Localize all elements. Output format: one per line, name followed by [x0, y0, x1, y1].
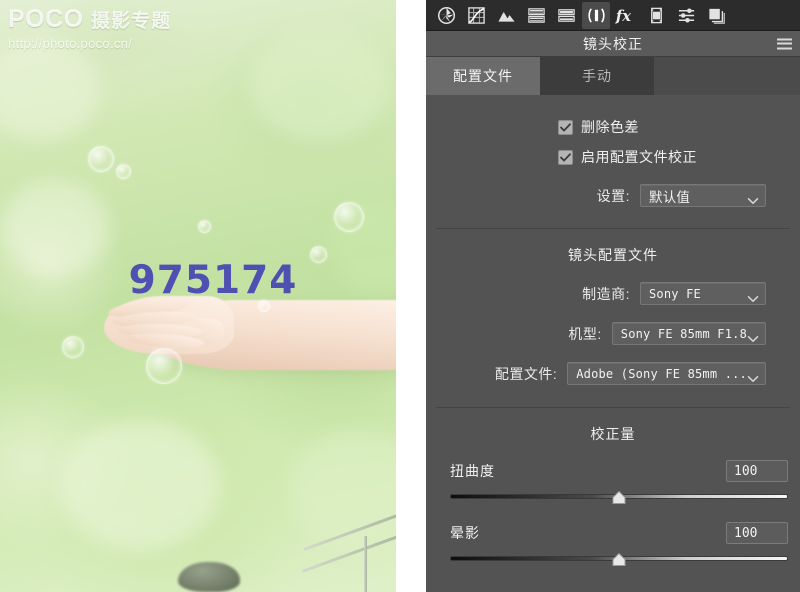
- select-model-value: Sony FE 85mm F1.8: [620, 326, 747, 341]
- field-row-profile: 配置文件: Adobe (Sony FE 85mm ...: [426, 362, 800, 385]
- chevron-down-icon: [747, 330, 759, 342]
- chevron-down-icon: [747, 370, 759, 382]
- basic-icon[interactable]: [432, 2, 460, 29]
- camera-calibration-icon[interactable]: [642, 2, 670, 29]
- soap-bubble: [310, 246, 327, 263]
- presets-icon[interactable]: [672, 2, 700, 29]
- field-row-model: 机型: Sony FE 85mm F1.8: [426, 322, 800, 345]
- slider-distortion: 扭曲度 100: [426, 460, 800, 506]
- watermark-brand: POCO: [8, 5, 84, 33]
- svg-text:fx: fx: [615, 8, 631, 25]
- select-setup[interactable]: 默认值: [640, 184, 766, 207]
- hamburger-menu-icon[interactable]: [777, 38, 792, 49]
- panel-tab-bar[interactable]: 配置文件 手动: [426, 57, 800, 95]
- slider-vignetting-thumb[interactable]: [612, 553, 626, 566]
- slider-vignetting-track[interactable]: [450, 552, 788, 568]
- slider-vignetting-label: 晕影: [450, 525, 480, 541]
- hsl-grayscale-icon[interactable]: [492, 2, 520, 29]
- tab-manual[interactable]: 手动: [540, 57, 654, 95]
- split-toning-icon[interactable]: [522, 2, 550, 29]
- chevron-down-icon: [747, 192, 759, 204]
- label-setup: 设置:: [596, 187, 630, 204]
- select-model[interactable]: Sony FE 85mm F1.8: [611, 322, 766, 345]
- checkbox-label-enable-profile-corrections: 启用配置文件校正: [581, 149, 697, 165]
- bokeh-blob: [290, 430, 396, 550]
- lens-correction-icon[interactable]: [582, 1, 610, 29]
- checkbox-label-remove-chromatic-aberration: 删除色差: [581, 119, 639, 135]
- section-divider: [436, 228, 790, 229]
- soap-bubble: [88, 146, 114, 172]
- panel-body: 删除色差 启用配置文件校正 设置: 默认值 镜头配置文件 制造商: Sony F…: [426, 117, 800, 592]
- watermark-url: http://photo.poco.cn/: [8, 36, 133, 51]
- label-model: 机型:: [568, 325, 602, 342]
- checkbox-enable-profile-corrections[interactable]: [558, 149, 573, 165]
- checkbox-remove-chromatic-aberration[interactable]: [558, 119, 573, 135]
- bokeh-blob: [0, 180, 110, 275]
- tab-filler: [654, 57, 800, 95]
- develop-panel: fx 镜头校正 配置文件 手动 删除色差 启用配置文件校正 设置: 默认值 镜头…: [426, 0, 800, 592]
- select-profile[interactable]: Adobe (Sony FE 85mm ...: [567, 362, 766, 385]
- field-row-setup: 设置: 默认值: [426, 184, 800, 207]
- panel-header[interactable]: 镜头校正: [426, 31, 800, 57]
- soap-bubble: [62, 336, 84, 358]
- lightroom-develop-window: POCO 摄影专题 http://photo.poco.cn/ 975174 f…: [0, 0, 800, 592]
- poco-watermark: POCO 摄影专题 http://photo.poco.cn/: [8, 6, 171, 51]
- snapshots-icon[interactable]: [702, 2, 730, 29]
- soap-bubble: [146, 348, 182, 384]
- slider-vignetting-head: 晕影 100: [450, 522, 788, 544]
- slider-distortion-thumb[interactable]: [612, 491, 626, 504]
- slider-vignetting: 晕影 100: [426, 522, 800, 568]
- section-divider: [436, 407, 790, 408]
- image-canvas[interactable]: POCO 摄影专题 http://photo.poco.cn/ 975174: [0, 0, 426, 592]
- tab-profile[interactable]: 配置文件: [426, 57, 540, 95]
- checkbox-row-enable-profile-corrections[interactable]: 启用配置文件校正: [558, 147, 800, 167]
- field-row-make: 制造商: Sony FE: [426, 282, 800, 305]
- checkbox-row-remove-chromatic-aberration[interactable]: 删除色差: [558, 117, 800, 137]
- chevron-down-icon: [747, 290, 759, 302]
- select-profile-value: Adobe (Sony FE 85mm ...: [576, 366, 747, 381]
- soap-bubble: [198, 220, 211, 233]
- bokeh-blob: [0, 40, 100, 140]
- slider-distortion-label: 扭曲度: [450, 463, 495, 479]
- select-setup-value: 默认值: [649, 189, 691, 205]
- bokeh-blob: [250, 30, 390, 140]
- select-make[interactable]: Sony FE: [640, 282, 766, 305]
- section-title-correction-amount: 校正量: [590, 426, 636, 442]
- label-profile: 配置文件:: [494, 365, 558, 382]
- metal-railing: [300, 507, 396, 592]
- soap-bubble: [258, 300, 270, 312]
- slider-distortion-head: 扭曲度 100: [450, 460, 788, 482]
- photo-preview[interactable]: POCO 摄影专题 http://photo.poco.cn/: [0, 0, 396, 592]
- panel-title: 镜头校正: [583, 35, 643, 52]
- select-make-value: Sony FE: [649, 286, 701, 301]
- canvas-gutter: [396, 0, 426, 592]
- slider-distortion-track[interactable]: [450, 490, 788, 506]
- watermark-brand-cn: 摄影专题: [91, 11, 172, 32]
- detail-icon[interactable]: [552, 2, 580, 29]
- tone-curve-icon[interactable]: [462, 2, 490, 29]
- label-make: 制造商:: [582, 285, 630, 302]
- effects-icon[interactable]: fx: [612, 2, 640, 29]
- develop-module-toolbar[interactable]: fx: [426, 0, 800, 31]
- slider-distortion-value[interactable]: 100: [726, 460, 788, 482]
- slider-vignetting-value[interactable]: 100: [726, 522, 788, 544]
- soap-bubble: [116, 164, 131, 179]
- section-title-lens-profile: 镜头配置文件: [568, 247, 658, 263]
- soap-bubble: [334, 202, 364, 232]
- bokeh-blob: [60, 420, 220, 550]
- dark-foreground-object: [178, 562, 240, 592]
